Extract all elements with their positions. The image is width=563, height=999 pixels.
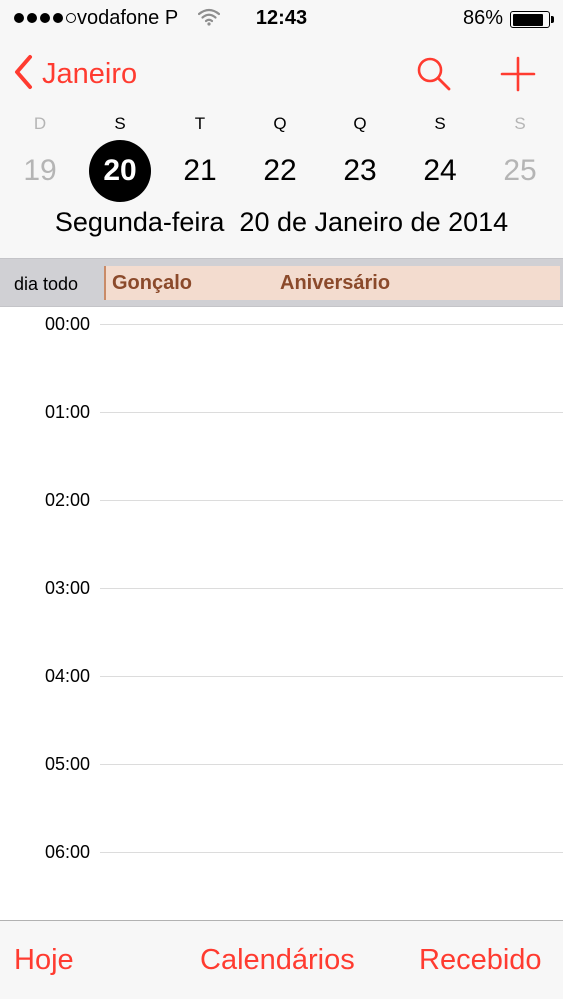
- day-number: 25: [503, 154, 537, 187]
- selected-date-title: Segunda-feira 20 de Janeiro de 2014: [54, 207, 509, 237]
- hour-divider: [100, 500, 563, 501]
- day-number: 24: [423, 154, 457, 187]
- battery-percent: 86%: [462, 7, 503, 29]
- day-letter: Q: [353, 114, 367, 133]
- today-button[interactable]: Hoje: [14, 944, 74, 977]
- day-monday-selected[interactable]: S 20: [80, 110, 160, 205]
- week-strip: D 19 S 20 T 21 Q 22 Q 23 S 24 S 25: [0, 110, 563, 205]
- search-button[interactable]: [414, 54, 454, 94]
- day-letter: Q: [273, 114, 287, 133]
- day-letter: S: [514, 114, 526, 133]
- inbox-button[interactable]: Recebido: [419, 944, 542, 977]
- status-bar: vodafone P 12:43 86%: [0, 0, 563, 38]
- all-day-row: dia todo Gonçalo Aniversário: [0, 258, 563, 307]
- hour-label: 03:00: [44, 578, 90, 598]
- hour-label: 04:00: [44, 666, 90, 686]
- all-day-event[interactable]: Gonçalo Aniversário: [104, 266, 560, 300]
- day-sunday[interactable]: D 19: [0, 110, 80, 205]
- day-letter: D: [33, 114, 47, 133]
- calendar-day-screen: vodafone P 12:43 86% Janeiro D 19 S 20 T…: [0, 0, 563, 999]
- back-label: Janeiro: [42, 57, 138, 90]
- hour-label: 05:00: [44, 754, 90, 774]
- plus-icon: [498, 56, 538, 98]
- day-number: 19: [23, 154, 57, 187]
- top-chrome: vodafone P 12:43 86% Janeiro D 19 S 20 T…: [0, 0, 563, 258]
- hour-row: 04:00: [0, 660, 563, 690]
- hour-row: 01:00: [0, 396, 563, 426]
- day-timeline[interactable]: 00:00 01:00 02:00 03:00 04:00 05:00 06:0…: [0, 308, 563, 920]
- day-wednesday[interactable]: Q 22: [240, 110, 320, 205]
- event-title: Gonçalo: [112, 272, 193, 294]
- day-saturday[interactable]: S 25: [480, 110, 560, 205]
- hour-divider: [100, 588, 563, 589]
- hour-divider: [100, 324, 563, 325]
- hour-divider: [100, 764, 563, 765]
- calendars-button[interactable]: Calendários: [200, 944, 355, 977]
- search-icon: [414, 57, 454, 98]
- hour-row: 06:00: [0, 836, 563, 866]
- back-to-month-button[interactable]: Janeiro: [12, 54, 137, 94]
- day-number: 20: [89, 140, 151, 202]
- hour-row: 03:00: [0, 572, 563, 602]
- hour-label: 01:00: [44, 402, 90, 422]
- day-number: 22: [263, 154, 297, 187]
- day-letter: T: [194, 114, 206, 133]
- day-tuesday[interactable]: T 21: [160, 110, 240, 205]
- hour-row: 05:00: [0, 748, 563, 778]
- battery-icon: [510, 11, 554, 28]
- hour-row: 00:00: [0, 308, 563, 338]
- event-type: Aniversário: [280, 272, 391, 294]
- nav-bar: Janeiro: [0, 40, 563, 108]
- bottom-toolbar: Hoje Calendários Recebido: [0, 920, 563, 999]
- day-number: 23: [343, 154, 377, 187]
- hour-label: 00:00: [44, 314, 90, 334]
- battery-level: [512, 13, 543, 26]
- day-friday[interactable]: S 24: [400, 110, 480, 205]
- hour-divider: [100, 852, 563, 853]
- day-number: 21: [183, 154, 217, 187]
- add-event-button[interactable]: [498, 54, 538, 94]
- hour-divider: [100, 676, 563, 677]
- hour-row: 02:00: [0, 484, 563, 514]
- hour-label: 06:00: [44, 842, 90, 862]
- day-letter: S: [114, 114, 126, 133]
- day-thursday[interactable]: Q 23: [320, 110, 400, 205]
- hour-label: 02:00: [44, 490, 90, 510]
- chevron-left-icon: [12, 54, 34, 95]
- hour-divider: [100, 412, 563, 413]
- all-day-label: dia todo: [14, 274, 79, 294]
- day-letter: S: [434, 114, 446, 133]
